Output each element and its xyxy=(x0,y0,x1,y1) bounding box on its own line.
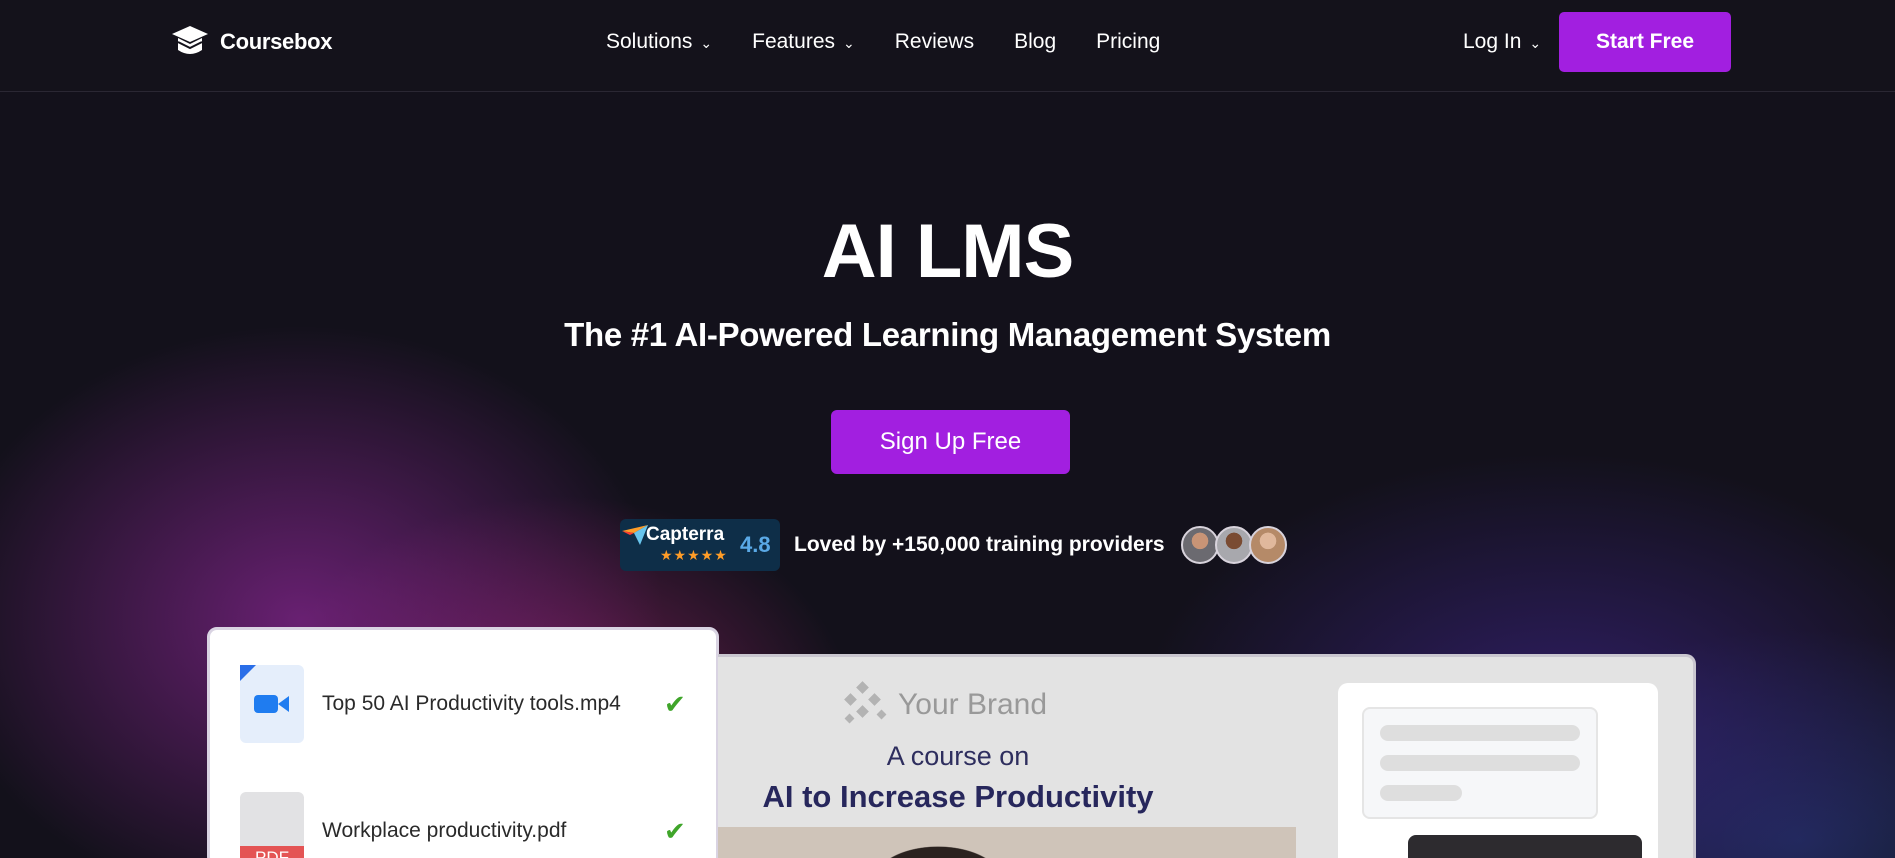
video-file-icon xyxy=(240,665,304,743)
logo-text: Coursebox xyxy=(220,29,333,54)
skeleton-card xyxy=(1362,707,1598,819)
course-side-panel xyxy=(1338,683,1658,858)
pdf-file-icon: PDF xyxy=(240,792,304,858)
brand-name: Your Brand xyxy=(898,688,1048,721)
login-menu[interactable]: Log In ⌄ xyxy=(1463,30,1541,54)
chevron-down-icon: ⌄ xyxy=(843,34,855,51)
nav-features[interactable]: Features ⌄ xyxy=(752,30,855,54)
avatar xyxy=(1180,526,1219,564)
star-rating-icon: ★★★★★ xyxy=(660,547,728,563)
hero-title: AI LMS xyxy=(821,209,1075,294)
uploaded-files-card: Top 50 AI Productivity tools.mp4 ✔ PDF W… xyxy=(207,627,719,858)
loved-by-text: Loved by +150,000 training providers xyxy=(794,533,1165,556)
file-row[interactable]: Top 50 AI Productivity tools.mp4 ✔ xyxy=(240,665,686,743)
nav-pricing-label: Pricing xyxy=(1096,30,1161,53)
start-free-button[interactable]: Start Free xyxy=(1559,12,1731,72)
nav-solutions-label: Solutions xyxy=(606,30,693,53)
check-icon: ✔ xyxy=(664,688,686,719)
check-icon: ✔ xyxy=(664,815,686,846)
avatar-group xyxy=(1180,526,1287,564)
course-preview: Your Brand A course on AI to Increase Pr… xyxy=(718,654,1696,858)
capterra-arrow-icon xyxy=(622,525,648,545)
avatar xyxy=(1214,526,1253,564)
course-intro: A course on xyxy=(886,741,1030,771)
nav-solutions[interactable]: Solutions ⌄ xyxy=(606,30,712,54)
nav-reviews[interactable]: Reviews xyxy=(895,30,974,54)
brand-logo: Your Brand xyxy=(838,681,1047,729)
nav-blog-label: Blog xyxy=(1014,30,1057,53)
nav-pricing[interactable]: Pricing xyxy=(1096,30,1160,54)
file-name: Workplace productivity.pdf xyxy=(322,819,567,842)
skeleton-line xyxy=(1380,755,1580,771)
file-name: Top 50 AI Productivity tools.mp4 xyxy=(322,692,621,715)
hero-subtitle: The #1 AI-Powered Learning Management Sy… xyxy=(564,316,1331,353)
nav-blog[interactable]: Blog xyxy=(1014,30,1056,54)
brand-diamond-icon xyxy=(844,681,887,724)
course-title: AI to Increase Productivity xyxy=(762,779,1154,814)
chevron-down-icon: ⌄ xyxy=(1529,34,1542,51)
site-header: Coursebox Solutions ⌄ Features ⌄ Reviews… xyxy=(0,0,1895,92)
graduation-cap-icon xyxy=(172,26,208,54)
avatar xyxy=(1248,526,1287,564)
capterra-score: 4.8 xyxy=(740,532,771,557)
pdf-tag: PDF xyxy=(240,846,304,858)
capterra-badge[interactable]: Capterra ★★★★★ 4.8 xyxy=(620,519,780,571)
course-video-thumbnail xyxy=(718,827,1296,858)
chevron-down-icon: ⌄ xyxy=(700,34,713,51)
nav-features-label: Features xyxy=(752,30,835,53)
capterra-name: Capterra xyxy=(646,524,725,545)
skeleton-line xyxy=(1380,785,1462,801)
login-label: Log In xyxy=(1463,30,1522,53)
skeleton-line xyxy=(1380,725,1580,741)
main-nav: Solutions ⌄ Features ⌄ Reviews Blog Pric… xyxy=(606,30,1160,54)
nav-reviews-label: Reviews xyxy=(894,30,975,53)
social-proof-row: Capterra ★★★★★ 4.8 Loved by +150,000 tra… xyxy=(620,518,1287,572)
coursebox-logo[interactable]: Coursebox xyxy=(170,24,333,60)
panel-action-button[interactable] xyxy=(1408,835,1642,858)
file-row[interactable]: PDF Workplace productivity.pdf ✔ xyxy=(240,792,686,858)
sign-up-free-button[interactable]: Sign Up Free xyxy=(831,410,1070,474)
